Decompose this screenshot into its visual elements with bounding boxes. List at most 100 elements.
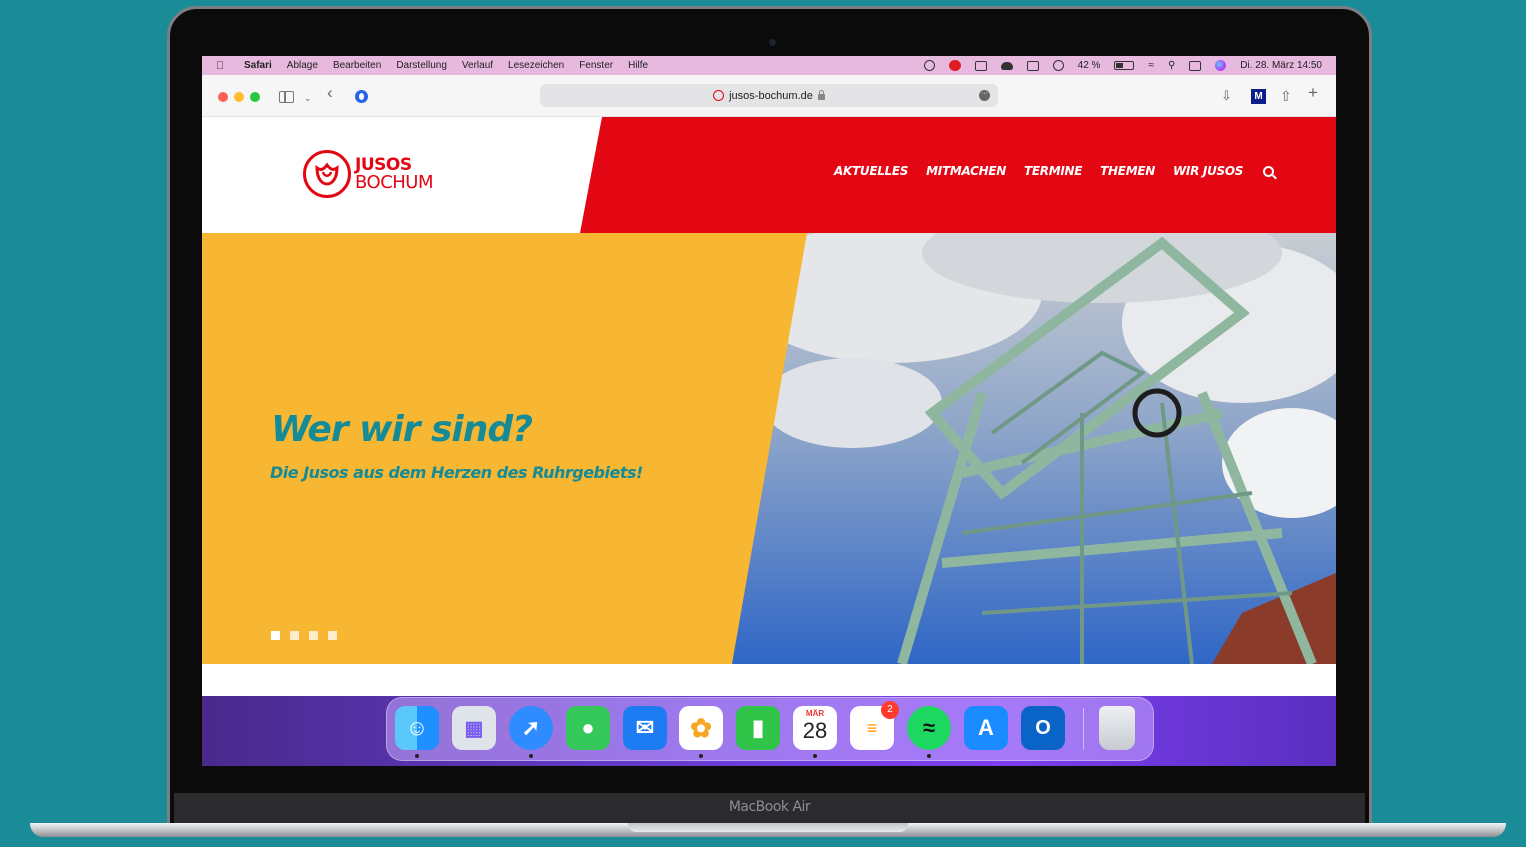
site-search-icon[interactable] [1263, 165, 1275, 177]
back-icon[interactable]: ‹ [327, 84, 333, 102]
logo-line-2: BOCHUM [355, 171, 434, 193]
photos-icon[interactable]: ✿ [679, 706, 723, 758]
flower-glyph: ✿ [690, 712, 712, 743]
page-content-area [202, 664, 1336, 696]
laptop-base [30, 823, 1506, 837]
running-indicator [699, 754, 703, 758]
laptop-notch [628, 823, 908, 832]
main-nav: AKTUELLES MITMACHEN TERMINE THEMEN WIR J… [834, 164, 1275, 178]
menu-item-ablage[interactable]: Ablage [287, 60, 318, 71]
wifi-icon[interactable]: ≈ [1148, 60, 1154, 71]
nav-termine[interactable]: TERMINE [1024, 164, 1082, 178]
menu-item-hilfe[interactable]: Hilfe [628, 60, 648, 71]
rose-logo-icon [303, 150, 351, 198]
reminders-icon[interactable]: ≡ 2 [850, 701, 899, 750]
running-indicator [813, 754, 817, 758]
slider-dot[interactable] [290, 631, 299, 640]
menu-datetime[interactable]: Di. 28. März 14:50 [1240, 60, 1322, 71]
facetime-icon[interactable]: ▮ [736, 706, 780, 750]
slider-dot[interactable] [309, 631, 318, 640]
reminders-badge: 2 [881, 701, 899, 719]
lock-icon [817, 89, 825, 100]
site-header: JUSOS BOCHUM AKTUELLES MITMACHEN TERMINE… [202, 117, 1336, 233]
menu-bar-status: 42 % ≈ ⚲ Di. 28. März 14:50 [923, 56, 1322, 75]
finder-icon[interactable]: ☺ [395, 706, 439, 758]
camera [769, 39, 776, 46]
speech-bubble-glyph: ● [581, 715, 595, 740]
record-icon[interactable] [948, 60, 961, 71]
logo-text: JUSOS BOCHUM [355, 154, 434, 193]
minimize-window-button[interactable] [234, 92, 244, 102]
apple-menu-icon[interactable]:  [216, 60, 234, 72]
cloud-icon[interactable] [1000, 61, 1013, 70]
hero-subtitle: Die Jusos aus dem Herzen des Ruhrgebiets… [270, 463, 643, 482]
outlook-icon[interactable]: O [1021, 706, 1065, 750]
hero-slider: Wer wir sind? Die Jusos aus dem Herzen d… [202, 233, 1336, 664]
mail-icon[interactable]: ✉ [623, 706, 667, 750]
finder-face-glyph: ☺ [405, 715, 429, 740]
outlook-o-glyph: O [1035, 716, 1051, 739]
site-favicon-icon [713, 90, 725, 101]
vpn-icon[interactable] [923, 60, 935, 71]
close-window-button[interactable] [218, 92, 228, 102]
messages-icon[interactable]: ● [566, 706, 610, 750]
play-icon[interactable] [1052, 60, 1064, 71]
search-icon[interactable]: ⚲ [1168, 60, 1175, 71]
hero-title: Wer wir sind? [271, 409, 533, 450]
laptop-chin: MacBook Air [174, 793, 1365, 823]
menu-item-bearbeiten[interactable]: Bearbeiten [333, 60, 381, 71]
siri-icon[interactable] [1215, 60, 1227, 71]
device-label: MacBook Air [728, 799, 811, 815]
slider-dot[interactable] [271, 631, 280, 640]
new-tab-icon[interactable]: + [1308, 84, 1318, 102]
safari-icon[interactable]: ➚ [509, 706, 553, 758]
calendar-month: MÄR [805, 709, 825, 718]
menu-item-verlauf[interactable]: Verlauf [462, 60, 493, 71]
camera-glyph: ▮ [751, 715, 765, 740]
address-bar-url: jusos-bochum.de [729, 89, 813, 102]
calendar-icon[interactable]: MÄR 28 [793, 706, 837, 758]
menu-item-darstellung[interactable]: Darstellung [396, 60, 447, 71]
window-manager-icon[interactable] [974, 60, 987, 71]
app-store-a-glyph: A [978, 715, 994, 740]
menu-bar:  Safari Ablage Bearbeiten Darstellung V… [202, 56, 1336, 75]
calendar-day: 28 [802, 718, 828, 743]
nav-aktuelles[interactable]: AKTUELLES [834, 164, 908, 178]
trash-icon[interactable] [1099, 706, 1135, 750]
sound-waves-glyph: ≈ [922, 715, 936, 740]
sidebar-icon[interactable] [279, 91, 294, 103]
launchpad-icon[interactable]: ▦ [452, 706, 496, 750]
running-indicator [927, 754, 931, 758]
menu-app-name[interactable]: Safari [244, 60, 272, 71]
clipboard-icon[interactable] [1026, 60, 1039, 71]
nav-themen[interactable]: THEMEN [1100, 164, 1155, 178]
running-indicator [529, 754, 533, 758]
app-store-icon[interactable]: A [964, 706, 1008, 750]
more-options-icon[interactable]: ··· [979, 90, 990, 101]
spotify-icon[interactable]: ≈ [907, 706, 951, 758]
menu-item-fenster[interactable]: Fenster [579, 60, 613, 71]
share-icon[interactable]: ⇧ [1280, 87, 1292, 105]
control-center-icon[interactable] [1189, 60, 1202, 71]
battery-percent: 42 % [1077, 60, 1101, 71]
site-logo[interactable]: JUSOS BOCHUM [303, 150, 434, 198]
download-icon[interactable]: ⇩ [1221, 87, 1232, 105]
menu-item-lesezeichen[interactable]: Lesezeichen [508, 60, 564, 71]
nav-wir-jusos[interactable]: WIR JUSOS [1173, 164, 1243, 178]
battery-icon[interactable] [1114, 61, 1135, 70]
chevron-down-icon[interactable]: ⌄ [304, 89, 312, 107]
browser-toolbar: ⌄ ‹ jusos-bochum.de ··· ⇩ M ⇧ + [202, 75, 1336, 117]
slider-dot[interactable] [328, 631, 337, 640]
slider-pagination [271, 631, 337, 640]
launchpad-grid-glyph: ▦ [464, 717, 484, 740]
logo-line-1: JUSOS [355, 154, 412, 175]
dock-separator [1083, 708, 1084, 750]
screen:  Safari Ablage Bearbeiten Darstellung V… [202, 56, 1336, 766]
address-bar[interactable]: jusos-bochum.de ··· [540, 84, 998, 107]
running-indicator [415, 754, 419, 758]
nav-mitmachen[interactable]: MITMACHEN [926, 164, 1006, 178]
compass-glyph: ➚ [521, 715, 541, 740]
fullscreen-window-button[interactable] [250, 92, 260, 102]
extension-m-icon[interactable]: M [1251, 89, 1266, 104]
privacy-extension-icon[interactable] [355, 90, 368, 103]
